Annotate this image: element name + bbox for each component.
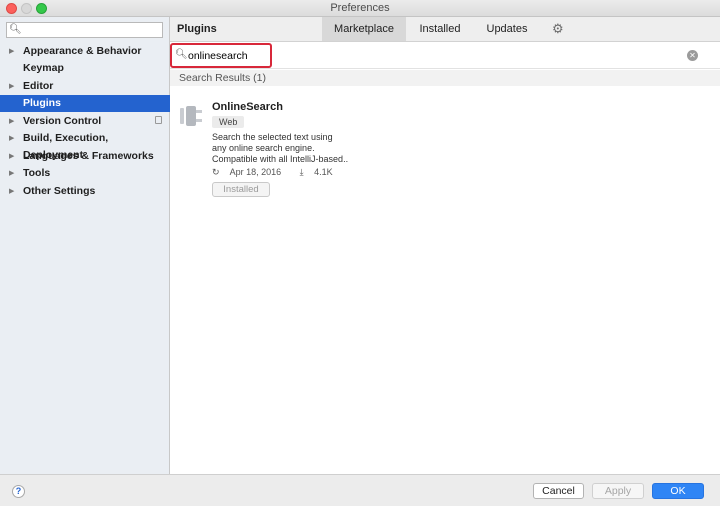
ok-button[interactable]: OK [652,483,704,499]
plugin-downloads: ⤓ 4.1K [300,167,341,177]
expand-arrow-icon[interactable]: ▶ [9,183,14,200]
project-settings-icon [155,116,162,124]
tab-updates[interactable]: Updates [476,17,538,41]
search-icon: 🔍︎ [175,49,188,60]
dialog-footer: ? Cancel Apply OK [0,474,720,506]
plugin-search-field[interactable]: 🔍︎ [170,43,272,68]
sidebar-search-field[interactable]: 🔍︎ [6,22,163,38]
cancel-button[interactable]: Cancel [533,483,584,499]
installed-button[interactable]: Installed [212,182,270,197]
plugin-description-line: any online search engine. [212,143,315,153]
title-bar: Preferences [0,0,720,17]
plugin-date-text: Apr 18, 2016 [229,167,282,177]
plugin-date: ↻ Apr 18, 2016 [212,167,289,177]
plugin-description-line: Search the selected text using [212,132,333,142]
sidebar-item-label: Editor [23,80,54,92]
gear-icon[interactable]: ⚙ [552,21,564,37]
tab-installed[interactable]: Installed [410,17,470,41]
sidebar-item-label: Plugins [23,97,61,109]
plugin-search-input[interactable] [188,49,270,63]
expand-arrow-icon[interactable]: ▶ [9,130,14,147]
sidebar-item-build-execution-deployment[interactable]: ▶ Build, Execution, Deployment [0,130,170,161]
expand-arrow-icon[interactable]: ▶ [9,148,14,165]
sidebar-item-label: Appearance & Behavior [23,45,142,57]
sidebar-item-label: Tools [23,167,51,179]
apply-button[interactable]: Apply [592,483,644,499]
expand-arrow-icon[interactable]: ▶ [9,43,14,60]
refresh-icon: ↻ [212,167,220,177]
sidebar-item-plugins[interactable]: Plugins [0,95,170,112]
sidebar-item-label: Version Control [23,115,102,127]
sidebar: 🔍︎ ▶ Appearance & Behavior Keymap ▶ Edit… [0,17,170,474]
sidebar-item-label: Keymap [23,62,64,74]
sidebar-item-other-settings[interactable]: ▶ Other Settings [0,183,170,200]
sidebar-item-languages-frameworks[interactable]: ▶ Languages & Frameworks [0,148,170,165]
plugin-logo-icon [180,106,202,126]
help-button[interactable]: ? [12,485,25,498]
sidebar-item-label: Languages & Frameworks [23,150,154,162]
expand-arrow-icon[interactable]: ▶ [9,165,14,182]
search-icon: 🔍︎ [9,24,22,35]
clear-search-icon[interactable]: ✕ [687,50,698,61]
plugin-description: Search the selected text using any onlin… [212,132,348,165]
plugin-search-bar: 🔍︎ ✕ [170,42,720,69]
expand-arrow-icon[interactable]: ▶ [9,78,14,95]
sidebar-item-keymap[interactable]: Keymap [0,60,170,77]
search-results-header: Search Results (1) [170,70,720,86]
expand-arrow-icon[interactable]: ▶ [9,113,14,130]
sidebar-item-label: Other Settings [23,185,96,197]
plugin-name[interactable]: OnlineSearch [212,101,283,113]
plugins-header: Plugins Marketplace Installed Updates ⚙ [170,17,720,42]
plugin-downloads-text: 4.1K [314,167,333,177]
download-icon: ⤓ [299,167,304,177]
page-title: Plugins [177,23,217,35]
window-title: Preferences [330,2,390,14]
sidebar-item-editor[interactable]: ▶ Editor [0,78,170,95]
plugin-meta: ↻ Apr 18, 2016 ⤓ 4.1K [212,167,349,178]
sidebar-item-tools[interactable]: ▶ Tools [0,165,170,182]
tab-marketplace[interactable]: Marketplace [322,17,406,41]
sidebar-item-appearance-behavior[interactable]: ▶ Appearance & Behavior [0,43,170,60]
plugin-tag: Web [212,116,245,128]
plugin-card[interactable]: OnlineSearch Web Search the selected tex… [170,88,720,208]
sidebar-item-version-control[interactable]: ▶ Version Control [0,113,170,130]
plugin-description-line: Compatible with all IntelliJ-based.. [212,154,349,164]
